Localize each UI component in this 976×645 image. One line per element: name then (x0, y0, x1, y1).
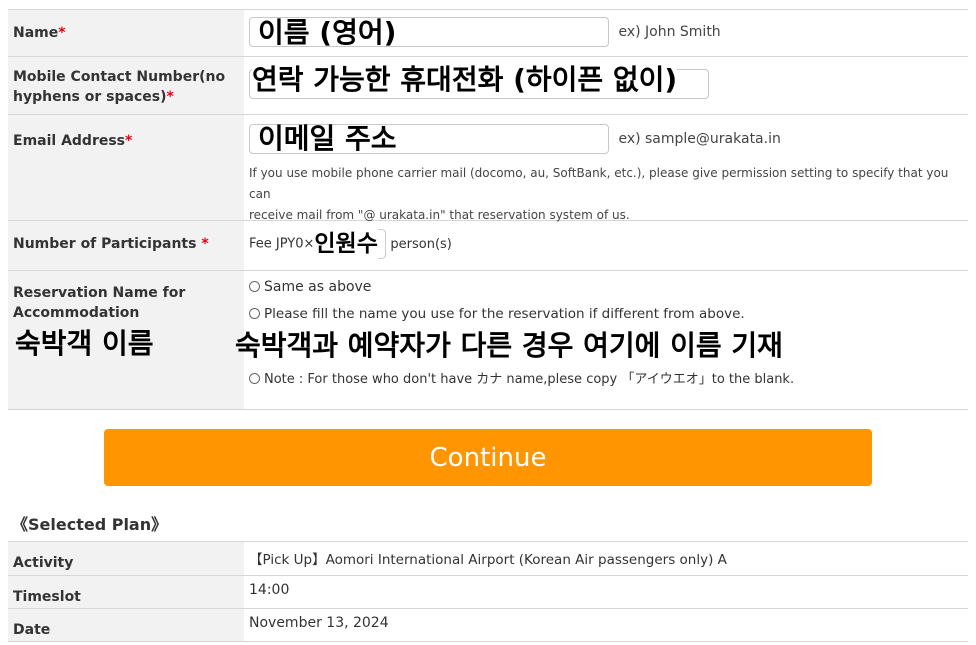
mobile-row: Mobile Contact Number(no hyphens or spac… (8, 57, 968, 115)
participants-row: Number of Participants * Fee JPY0× 인원수 p… (8, 221, 968, 271)
plan-label: Activity (8, 542, 244, 575)
selected-plan-table: Activity 【Pick Up】Aomori International A… (8, 541, 968, 642)
accommodation-overlay-text[interactable]: 숙박객과 예약자가 다른 경우 여기에 이름 기재 (235, 324, 968, 368)
option-different-name[interactable]: Please fill the name you use for the res… (249, 304, 968, 324)
plan-row-activity: Activity 【Pick Up】Aomori International A… (8, 542, 968, 576)
plan-label: Timeslot (8, 576, 244, 608)
name-row: Name* 이름 (영어) ex) John Smith (8, 10, 968, 57)
option-kana-note[interactable]: Note : For those who don't have カナ name,… (249, 370, 968, 390)
radio-different-name[interactable] (249, 308, 260, 319)
required-mark: * (201, 236, 209, 252)
mobile-input[interactable]: 연락 가능한 휴대전화 (하이픈 없이) (249, 62, 709, 99)
email-example: ex) sample@urakata.in (618, 131, 781, 147)
accommodation-label-overlay: 숙박객 이름 (15, 327, 154, 360)
mobile-overlay-text: 연락 가능한 휴대전화 (하이픈 없이) (252, 62, 678, 98)
required-mark: * (58, 25, 66, 41)
plan-row-date: Date November 13, 2024 (8, 609, 968, 642)
accommodation-label: Reservation Name for Accommodation 숙박객 이… (8, 271, 244, 409)
plan-value-activity: 【Pick Up】Aomori International Airport (K… (249, 552, 727, 568)
name-example: ex) John Smith (618, 24, 721, 40)
participants-fee: Fee JPY0× (249, 236, 315, 252)
plan-value-timeslot: 14:00 (249, 582, 290, 598)
mobile-label: Mobile Contact Number(no hyphens or spac… (8, 57, 244, 114)
selected-plan-title: 《Selected Plan》 (12, 515, 168, 534)
plan-value-date: November 13, 2024 (249, 615, 389, 631)
email-carrier-note: If you use mobile phone carrier mail (do… (249, 166, 949, 222)
participants-overlay-text: 인원수 (314, 227, 378, 261)
required-mark: * (125, 133, 133, 149)
required-mark: * (166, 89, 174, 105)
plan-row-timeslot: Timeslot 14:00 (8, 576, 968, 609)
name-input[interactable]: 이름 (영어) (249, 16, 609, 49)
name-overlay-text: 이름 (영어) (258, 16, 397, 49)
email-row: Email Address* 이메일 주소 ex) sample@urakata… (8, 115, 968, 222)
continue-button[interactable]: Continue (104, 429, 872, 486)
reservation-form: Name* 이름 (영어) ex) John Smith Mobile Cont… (8, 9, 968, 410)
participants-label: Number of Participants * (8, 221, 244, 270)
name-label: Name* (8, 10, 244, 56)
email-overlay-text: 이메일 주소 (258, 122, 397, 155)
participants-unit: person(s) (390, 236, 452, 252)
accommodation-row: Reservation Name for Accommodation 숙박객 이… (8, 271, 968, 410)
plan-label: Date (8, 609, 244, 641)
email-label: Email Address* (8, 115, 244, 220)
radio-same-as-above[interactable] (249, 281, 260, 292)
radio-kana-note[interactable] (249, 373, 260, 384)
option-same-as-above[interactable]: Same as above (249, 277, 968, 304)
participants-select[interactable]: 인원수 (314, 227, 387, 261)
email-input[interactable]: 이메일 주소 (249, 122, 609, 155)
